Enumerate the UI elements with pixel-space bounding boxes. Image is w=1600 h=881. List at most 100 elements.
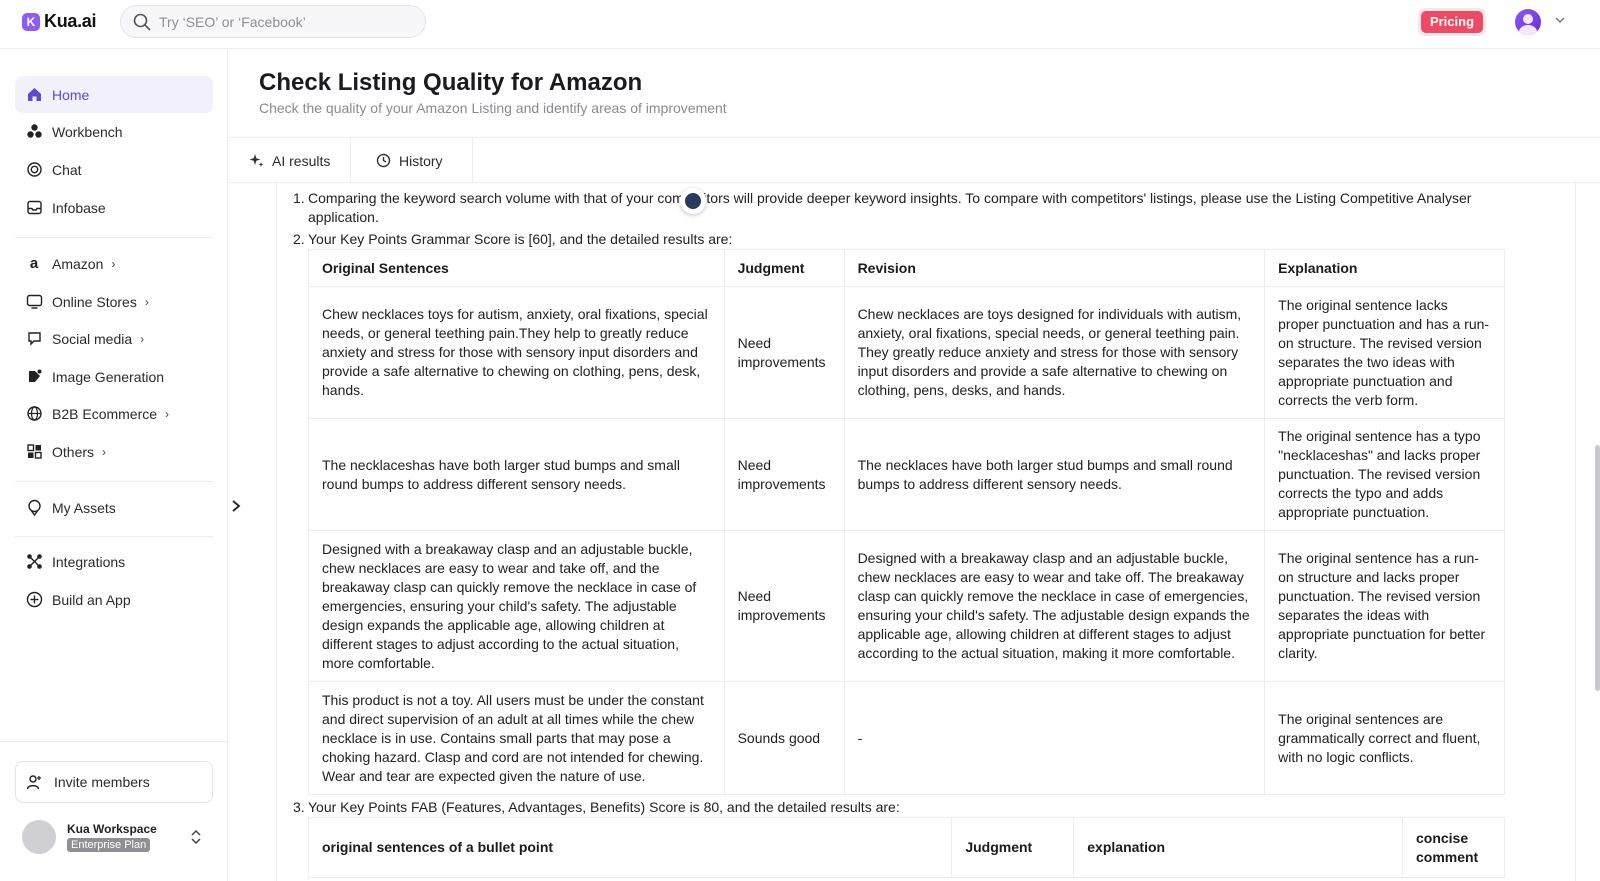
column-header: Judgment	[723, 249, 845, 287]
chevron-right-icon: ›	[111, 256, 116, 271]
explanation-cell: The original sentences are grammatically…	[1264, 681, 1505, 795]
search-box[interactable]	[120, 5, 426, 38]
add-user-icon	[26, 774, 42, 790]
sidebar-item-amazon[interactable]: a Amazon ›	[15, 245, 213, 282]
column-header: Revision	[843, 249, 1266, 287]
list-number: 3.	[293, 799, 305, 815]
results-content: 1. Comparing the keyword search volume w…	[276, 183, 1576, 881]
sidebar-item-build-an-app[interactable]: Build an App	[15, 581, 213, 618]
judgment-cell: Need improvements	[723, 418, 845, 531]
sidebar-item-label: Amazon	[52, 255, 104, 272]
logo-mark: K	[22, 12, 40, 31]
chevron-right-icon: ›	[144, 294, 149, 309]
monitor-icon	[25, 293, 43, 311]
sidebar-item-social-media[interactable]: Social media ›	[15, 320, 213, 357]
page-title: Check Listing Quality for Amazon	[259, 69, 643, 96]
plus-circle-icon	[25, 591, 43, 609]
chat-icon	[25, 161, 43, 179]
chevron-right-icon: ›	[165, 406, 170, 421]
pricing-label: Pricing	[1421, 11, 1483, 33]
logo-text: Kua.ai	[44, 11, 97, 31]
scrollbar[interactable]	[1595, 445, 1600, 691]
amazon-icon: a	[29, 255, 39, 272]
assistant-float-icon[interactable]	[680, 188, 706, 214]
sidebar-item-integrations[interactable]: Integrations	[15, 543, 213, 580]
clock-icon	[376, 153, 391, 168]
list-item: 3. Your Key Points FAB (Features, Advant…	[293, 798, 1483, 817]
workspace-avatar[interactable]	[22, 820, 56, 854]
sidebar-item-workbench[interactable]: Workbench	[15, 113, 213, 150]
invite-label: Invite members	[54, 774, 150, 790]
sidebar-item-label: My Assets	[52, 499, 116, 516]
explanation-cell: The original sentence has a run-on struc…	[1264, 530, 1505, 682]
sidebar-item-infobase[interactable]: Infobase	[15, 189, 213, 226]
column-header: Explanation	[1264, 249, 1505, 287]
tab-bar: AI results History	[229, 137, 1600, 183]
sidebar-item-home[interactable]: Home	[15, 76, 213, 113]
original-cell: Chew necklaces toys for autism, anxiety,…	[308, 286, 725, 419]
column-header: concise comment	[1401, 817, 1506, 878]
column-header: original sentences of a bullet point	[307, 817, 953, 878]
user-avatar[interactable]	[1515, 9, 1541, 35]
tab-label: History	[399, 152, 443, 169]
workbench-icon	[25, 123, 43, 141]
home-icon	[25, 86, 43, 104]
integrations-icon	[25, 553, 43, 571]
sidebar-item-label: Chat	[52, 161, 82, 178]
inbox-icon	[25, 199, 43, 217]
sidebar-divider	[0, 741, 228, 742]
chevron-right-icon: ›	[102, 444, 107, 459]
sidebar-item-label: Integrations	[52, 553, 126, 570]
sidebar-item-b2b-ecommerce[interactable]: B2B Ecommerce ›	[15, 395, 213, 432]
workspace-switch-icon[interactable]	[190, 829, 202, 845]
sidebar-item-chat[interactable]: Chat	[15, 151, 213, 188]
main-panel: Check Listing Quality for Amazon Check t…	[229, 49, 1600, 881]
revision-cell: Designed with a breakaway clasp and an a…	[843, 530, 1266, 682]
grammar-results-table: Original Sentences Judgment Revision Exp…	[308, 249, 1505, 795]
tab-ai-results[interactable]: AI results	[229, 138, 351, 183]
invite-members-button[interactable]: Invite members	[15, 761, 213, 803]
tab-history[interactable]: History	[351, 138, 473, 183]
chevron-down-icon[interactable]	[1554, 14, 1566, 26]
column-header: explanation	[1073, 817, 1403, 878]
table-header-row: original sentences of a bullet point Jud…	[307, 817, 1506, 878]
sidebar-divider	[15, 481, 213, 482]
tab-label: AI results	[272, 152, 331, 169]
sidebar-item-label: Image Generation	[52, 368, 165, 385]
sidebar-item-label: Social media	[52, 330, 133, 347]
grid-icon	[25, 443, 43, 461]
table-row: This product is not a toy. All users mus…	[308, 681, 1505, 795]
sidebar-item-label: Infobase	[52, 199, 106, 216]
sparkle-icon	[249, 153, 264, 168]
sidebar-item-my-assets[interactable]: My Assets	[15, 489, 213, 526]
revision-cell: -	[843, 681, 1266, 795]
sidebar-item-online-stores[interactable]: Online Stores ›	[15, 283, 213, 320]
column-header: Original Sentences	[308, 249, 725, 287]
sidebar-item-label: Build an App	[52, 591, 131, 608]
table-row: Designed with a breakaway clasp and an a…	[308, 530, 1505, 682]
sidebar-item-others[interactable]: Others ›	[15, 433, 213, 470]
sidebar-item-label: B2B Ecommerce	[52, 405, 158, 422]
page-subtitle: Check the quality of your Amazon Listing…	[259, 100, 727, 116]
revision-cell: Chew necklaces are toys designed for ind…	[843, 286, 1266, 419]
sidebar-item-label: Workbench	[52, 123, 123, 140]
sidebar-item-image-generation[interactable]: Image Generation	[15, 358, 213, 395]
globe-icon	[25, 405, 43, 423]
pricing-button[interactable]: Pricing	[1418, 8, 1486, 36]
column-header: Judgment	[951, 817, 1075, 878]
list-number: 1.	[293, 190, 305, 206]
sidebar-item-label: Online Stores	[52, 293, 137, 310]
table-header-row: Original Sentences Judgment Revision Exp…	[308, 249, 1505, 287]
logo[interactable]: K Kua.ai	[22, 11, 97, 32]
list-text: Comparing the keyword search volume with…	[308, 190, 1472, 225]
list-item: 1. Comparing the keyword search volume w…	[293, 189, 1483, 227]
top-bar: K Kua.ai Pricing	[0, 0, 1600, 49]
assets-icon	[25, 499, 43, 517]
original-cell: Designed with a breakaway clasp and an a…	[308, 530, 725, 682]
list-item: 2. Your Key Points Grammar Score is [60]…	[293, 230, 1483, 249]
list-text: Your Key Points Grammar Score is [60], a…	[308, 231, 733, 247]
workspace-plan-badge: Enterprise Plan	[67, 838, 151, 852]
search-input[interactable]	[159, 12, 409, 32]
explanation-cell: The original sentence lacks proper punct…	[1264, 286, 1505, 419]
judgment-cell: Sounds good	[723, 681, 845, 795]
